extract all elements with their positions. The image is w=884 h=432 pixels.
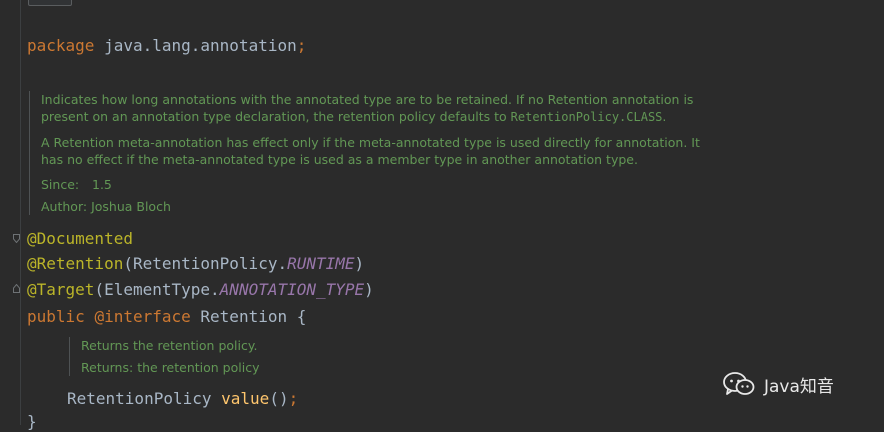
doc-para2-line1: A Retention meta-annotation has effect o…	[41, 135, 700, 150]
doc-para2-line2: has no effect if the meta-annotated type…	[41, 152, 638, 167]
retention-annotation-line[interactable]: @Retention(RetentionPolicy.RUNTIME)	[27, 254, 364, 274]
watermark: Java知音	[722, 370, 834, 398]
method-javadoc: Returns the retention policy. Returns: t…	[69, 337, 381, 376]
target-open: (ElementType.	[94, 280, 220, 299]
method-line[interactable]: RetentionPolicy value();	[67, 389, 298, 409]
author-label: Author:	[41, 199, 88, 214]
target-annotation: @Target	[27, 280, 95, 299]
package-keyword: package	[27, 36, 95, 55]
method-return-type: RetentionPolicy	[67, 389, 212, 408]
closing-brace-line[interactable]: }	[27, 412, 37, 432]
method-semicolon: ;	[288, 389, 299, 408]
folded-region-marker[interactable]	[28, 0, 72, 6]
retention-annotation: @Retention	[27, 254, 124, 273]
open-brace: {	[296, 307, 307, 326]
interface-name: Retention	[200, 307, 288, 326]
doc-code-ref: RetentionPolicy.CLASS	[510, 110, 663, 124]
retention-open: (RetentionPolicy.	[123, 254, 288, 273]
documented-annotation-line[interactable]: @Documented	[27, 229, 133, 249]
method-parens: ()	[269, 389, 289, 408]
class-javadoc: Indicates how long annotations with the …	[29, 91, 731, 215]
method-doc-returns: Returns: the retention policy	[81, 359, 381, 376]
editor-gutter	[0, 0, 21, 425]
watermark-text: Java知音	[764, 376, 834, 397]
retention-const: RUNTIME	[287, 254, 355, 273]
doc-para1-end: .	[662, 109, 667, 124]
doc-since: Since: 1.5	[41, 176, 731, 193]
doc-para1-text: present on an annotation type declaratio…	[41, 109, 511, 124]
package-semicolon: ;	[296, 36, 307, 55]
public-keyword: public	[27, 307, 85, 326]
target-const: ANNOTATION_TYPE	[219, 280, 365, 299]
documented-annotation: @Documented	[27, 229, 133, 248]
method-doc-description: Returns the retention policy.	[81, 338, 258, 353]
doc-para1-line2: present on an annotation type declaratio…	[41, 108, 731, 126]
fold-end-icon[interactable]	[13, 284, 20, 293]
returns-value: the retention policy	[137, 360, 260, 375]
target-close: )	[364, 280, 374, 299]
fold-start-icon[interactable]	[13, 234, 20, 243]
wechat-icon	[723, 372, 755, 395]
package-name: java.lang.annotation	[104, 36, 297, 55]
target-annotation-line[interactable]: @Target(ElementType.ANNOTATION_TYPE)	[27, 280, 374, 300]
since-value: 1.5	[92, 177, 112, 192]
interface-keyword: @interface	[94, 307, 191, 326]
interface-declaration-line[interactable]: public @interface Retention {	[27, 307, 306, 327]
retention-close: )	[354, 254, 365, 273]
since-label: Since:	[41, 177, 80, 192]
doc-para1-line1: Indicates how long annotations with the …	[41, 92, 694, 107]
closing-brace: }	[27, 412, 37, 431]
method-name: value	[221, 389, 270, 408]
doc-author: Author: Joshua Bloch	[41, 198, 731, 215]
returns-label: Returns:	[81, 360, 134, 375]
author-value: Joshua Bloch	[91, 199, 171, 214]
package-line[interactable]: package java.lang.annotation;	[27, 36, 306, 56]
